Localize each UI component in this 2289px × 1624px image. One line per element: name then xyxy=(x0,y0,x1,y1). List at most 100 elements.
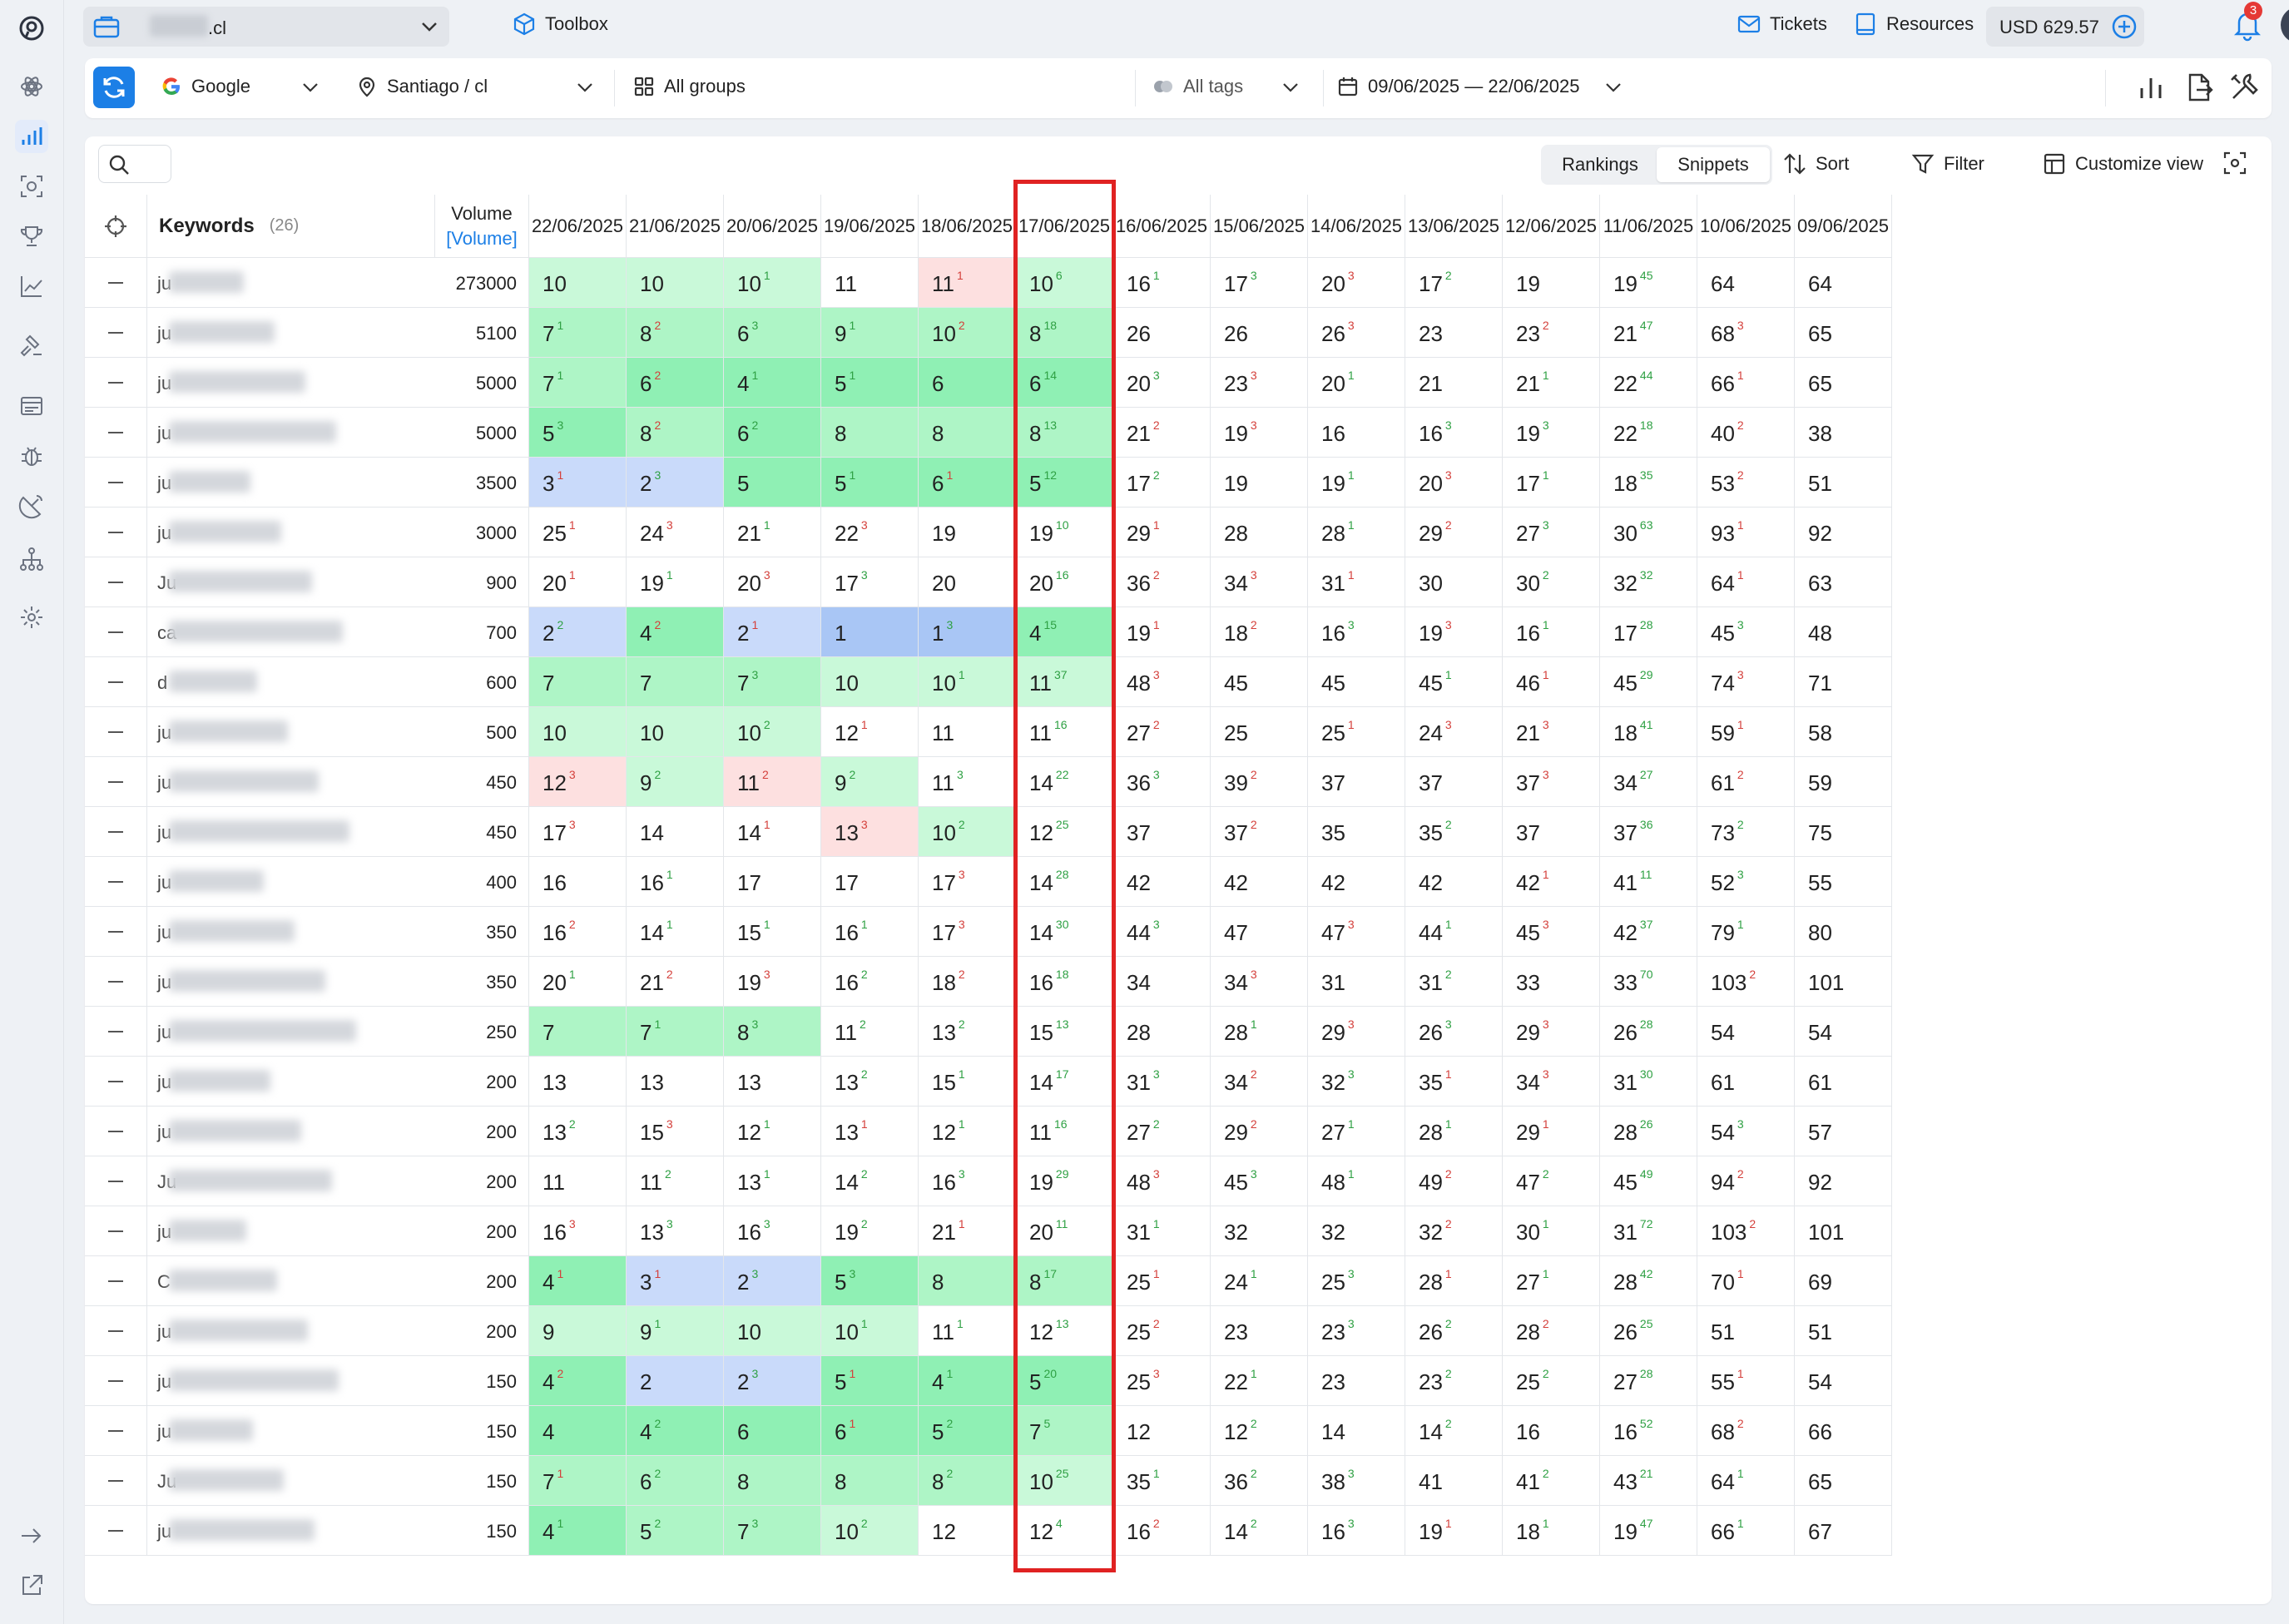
rank-cell[interactable]: 66 1 xyxy=(1697,358,1795,408)
rank-cell[interactable]: 23 xyxy=(724,1356,821,1406)
keyword-cell[interactable]: ju xyxy=(147,807,435,857)
rank-cell[interactable]: 55 xyxy=(1795,857,1892,907)
rank-cell[interactable]: 37 36 xyxy=(1600,807,1697,857)
chart-view-icon[interactable] xyxy=(2135,72,2167,103)
rank-cell[interactable]: 28 xyxy=(1113,1007,1211,1057)
rank-cell[interactable]: 13 xyxy=(919,607,1016,657)
rank-cell[interactable]: 67 xyxy=(1795,1506,1892,1556)
rank-cell[interactable]: 11 37 xyxy=(1016,657,1113,707)
rank-cell[interactable]: 30 xyxy=(1405,557,1503,607)
rank-cell[interactable]: 8 xyxy=(919,408,1016,458)
rank-cell[interactable]: 27 1 xyxy=(1503,1256,1600,1306)
workspace-selector[interactable]: .cl xyxy=(83,7,449,47)
keyword-cell[interactable]: ju xyxy=(147,1107,435,1156)
rank-cell[interactable]: 19 xyxy=(919,508,1016,557)
rank-cell[interactable]: 5 12 xyxy=(1016,458,1113,508)
rank-cell[interactable]: 71 xyxy=(529,308,627,358)
rank-cell[interactable]: 19 2 xyxy=(821,1206,919,1256)
rank-cell[interactable]: 48 3 xyxy=(1113,657,1211,707)
rank-cell[interactable]: 42 xyxy=(1308,857,1405,907)
row-action-button[interactable] xyxy=(85,857,147,907)
rank-cell[interactable]: 23 xyxy=(1211,1306,1308,1356)
rank-cell[interactable]: 7 xyxy=(529,657,627,707)
rank-cell[interactable]: 11 3 xyxy=(919,757,1016,807)
rank-cell[interactable]: 5 20 xyxy=(1016,1356,1113,1406)
balance-widget[interactable]: USD 629.57 xyxy=(1986,7,2144,47)
rank-cell[interactable]: 19 3 xyxy=(1405,607,1503,657)
rank-cell[interactable]: 82 xyxy=(627,408,724,458)
rank-cell[interactable]: 18 2 xyxy=(1211,607,1308,657)
rank-cell[interactable]: 1 xyxy=(821,607,919,657)
tickets-button[interactable]: Tickets xyxy=(1737,12,1827,37)
rank-cell[interactable]: 37 xyxy=(1113,807,1211,857)
rank-cell[interactable]: 11 16 xyxy=(1016,1107,1113,1156)
rank-cell[interactable]: 27 2 xyxy=(1113,1107,1211,1156)
rank-cell[interactable]: 14 28 xyxy=(1016,857,1113,907)
rank-cell[interactable]: 7 xyxy=(627,657,724,707)
rank-cell[interactable]: 54 xyxy=(1697,1007,1795,1057)
rank-cell[interactable]: 25 3 xyxy=(1113,1356,1211,1406)
add-funds-icon[interactable] xyxy=(2111,13,2138,40)
rank-cell[interactable]: 35 xyxy=(1308,807,1405,857)
rank-cell[interactable]: 14 2 xyxy=(821,1156,919,1206)
location-selector[interactable]: Santiago / cl xyxy=(355,75,488,98)
keyword-cell[interactable]: ju xyxy=(147,408,435,458)
volume-header[interactable]: Volume [Volume] xyxy=(435,195,529,258)
row-action-button[interactable] xyxy=(85,1456,147,1506)
rank-cell[interactable]: 32 xyxy=(1211,1206,1308,1256)
rank-cell[interactable]: 82 xyxy=(919,1456,1016,1506)
keyword-cell[interactable]: ca xyxy=(147,607,435,657)
rank-cell[interactable]: 17 3 xyxy=(919,907,1016,957)
rank-cell[interactable]: 101 xyxy=(724,258,821,308)
rank-cell[interactable]: 10 xyxy=(529,258,627,308)
rank-cell[interactable]: 61 2 xyxy=(1697,757,1795,807)
rank-cell[interactable]: 19 47 xyxy=(1600,1506,1697,1556)
rank-cell[interactable]: 22 44 xyxy=(1600,358,1697,408)
rank-cell[interactable]: 37 xyxy=(1503,807,1600,857)
keyword-cell[interactable]: ju xyxy=(147,1206,435,1256)
chevron-down-icon[interactable] xyxy=(1603,77,1624,98)
rank-cell[interactable]: 29 3 xyxy=(1503,1007,1600,1057)
rank-cell[interactable]: 20 16 xyxy=(1016,557,1113,607)
keyword-cell[interactable]: ju xyxy=(147,358,435,408)
rank-cell[interactable]: 26 25 xyxy=(1600,1306,1697,1356)
rank-cell[interactable]: 19 3 xyxy=(724,957,821,1007)
rank-cell[interactable]: 61 xyxy=(1795,1057,1892,1107)
avatar[interactable] xyxy=(2281,7,2289,43)
row-action-button[interactable] xyxy=(85,1156,147,1206)
rank-cell[interactable]: 19 1 xyxy=(1308,458,1405,508)
rank-cell[interactable]: 16 2 xyxy=(821,957,919,1007)
keyword-cell[interactable]: ju xyxy=(147,308,435,358)
rank-cell[interactable]: 75 xyxy=(1016,1406,1113,1456)
rankings-tab[interactable]: Rankings xyxy=(1543,147,1657,182)
rank-cell[interactable]: 28 42 xyxy=(1600,1256,1697,1306)
rank-cell[interactable]: 82 xyxy=(627,308,724,358)
rank-cell[interactable]: 16 1 xyxy=(821,907,919,957)
rank-cell[interactable]: 27 1 xyxy=(1308,1107,1405,1156)
rank-cell[interactable]: 37 3 xyxy=(1503,757,1600,807)
rank-cell[interactable]: 103 2 xyxy=(1697,1206,1795,1256)
rank-cell[interactable]: 51 xyxy=(821,1356,919,1406)
rank-cell[interactable]: 8 xyxy=(919,1256,1016,1306)
rank-cell[interactable]: 45 29 xyxy=(1600,657,1697,707)
rank-cell[interactable]: 36 2 xyxy=(1113,557,1211,607)
rank-cell[interactable]: 17 3 xyxy=(821,557,919,607)
rank-cell[interactable]: 22 18 xyxy=(1600,408,1697,458)
rank-cell[interactable]: 30 1 xyxy=(1503,1206,1600,1256)
bar-chart-icon[interactable] xyxy=(15,120,48,153)
rank-cell[interactable]: 4 15 xyxy=(1016,607,1113,657)
rank-cell[interactable]: 35 1 xyxy=(1113,1456,1211,1506)
rank-cell[interactable]: 101 xyxy=(919,657,1016,707)
rank-cell[interactable]: 16 3 xyxy=(919,1156,1016,1206)
gavel-icon[interactable] xyxy=(15,329,48,363)
date-header[interactable]: 13/06/2025 xyxy=(1405,195,1503,258)
rank-cell[interactable]: 32 32 xyxy=(1600,557,1697,607)
rank-cell[interactable]: 34 2 xyxy=(1211,1057,1308,1107)
rank-cell[interactable]: 10 xyxy=(821,657,919,707)
rank-cell[interactable]: 13 1 xyxy=(821,1107,919,1156)
resources-button[interactable]: Resources xyxy=(1853,12,1974,37)
rank-cell[interactable]: 64 1 xyxy=(1697,1456,1795,1506)
rank-cell[interactable]: 47 xyxy=(1211,907,1308,957)
date-header[interactable]: 14/06/2025 xyxy=(1308,195,1405,258)
keyword-cell[interactable]: ju xyxy=(147,1356,435,1406)
